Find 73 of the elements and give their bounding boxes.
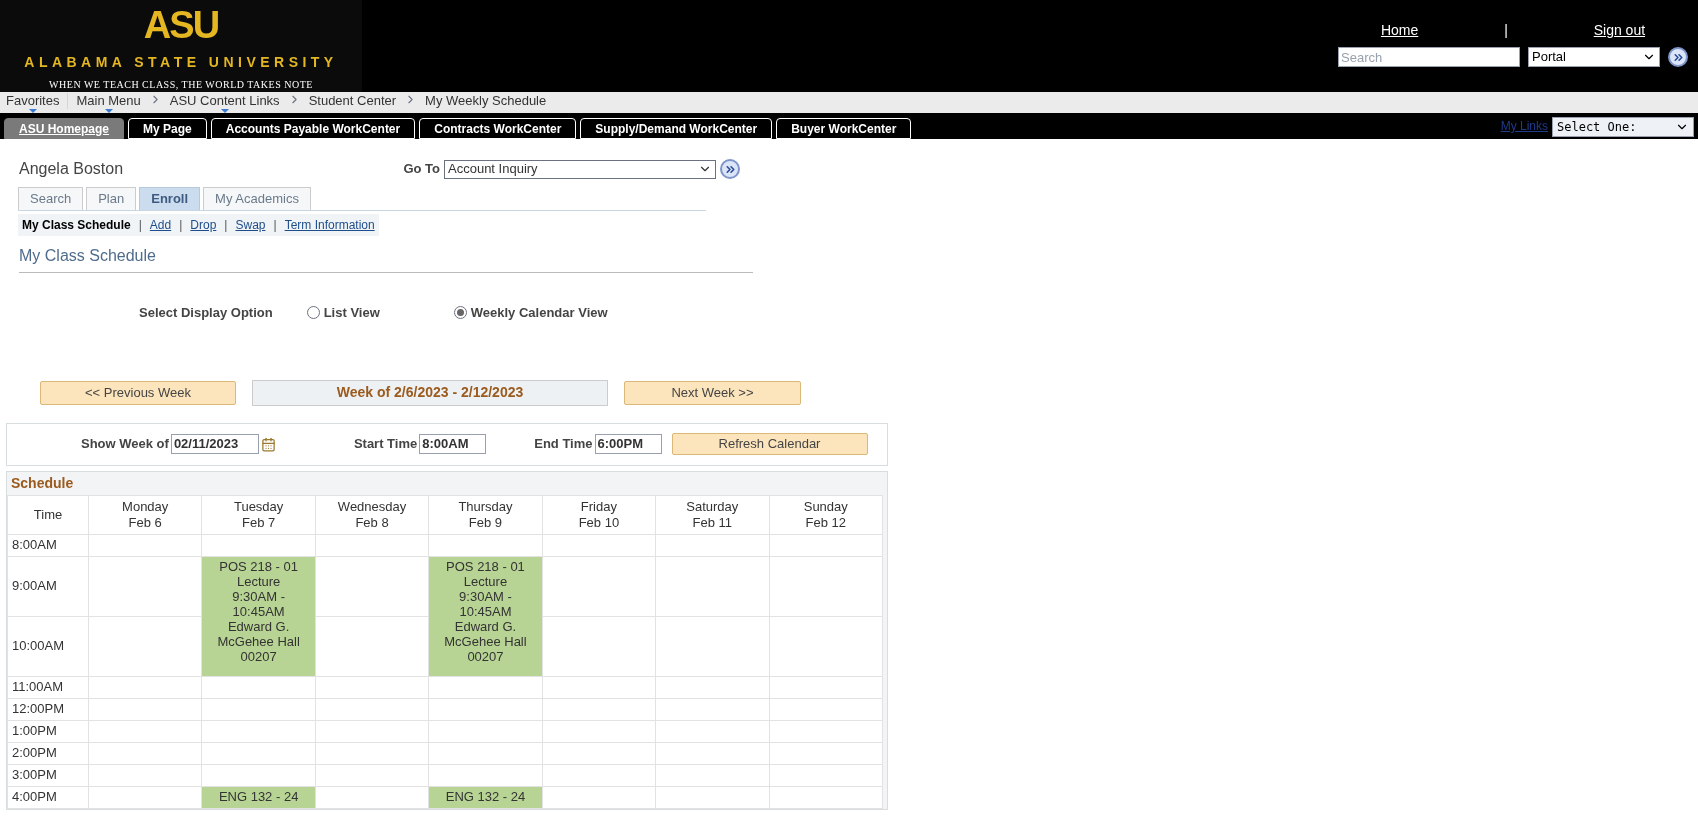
- column-header: Friday Feb 10: [542, 495, 656, 534]
- field-label: Start Time: [353, 435, 418, 454]
- subnav-link[interactable]: Add: [149, 216, 172, 234]
- subnav-link[interactable]: Drop: [190, 216, 217, 234]
- time-cell: 10:00AM: [7, 616, 89, 676]
- radio-button[interactable]: [453, 306, 467, 320]
- previous-week-button[interactable]: << Previous Week: [40, 380, 236, 405]
- breadcrumb-link[interactable]: ASU Content Links: [169, 93, 280, 108]
- portal-tab[interactable]: Supply/Demand WorkCenter: [580, 118, 773, 139]
- column-header: Thursday Feb 9: [428, 495, 543, 534]
- page-title: My Class Schedule: [19, 244, 753, 273]
- separator: |: [179, 217, 183, 234]
- column-header: Tuesday Feb 7: [201, 495, 316, 534]
- class-event[interactable]: POS 218 - 01 Lecture 9:30AM - 10:45AM Edward G. McGehee Hall 00207: [428, 556, 543, 676]
- go-icon[interactable]: [1668, 47, 1688, 67]
- radio-button[interactable]: [306, 306, 320, 320]
- tab[interactable]: Search: [18, 187, 84, 210]
- time-cell: 12:00PM: [7, 698, 89, 720]
- separator: |: [1504, 21, 1508, 40]
- radio-label: List View: [323, 304, 380, 322]
- portal-tab[interactable]: ASU Homepage: [4, 118, 125, 139]
- time-cell: 11:00AM: [7, 676, 89, 698]
- breadcrumb-link[interactable]: Main Menu: [76, 93, 141, 108]
- column-header: Time: [7, 495, 89, 534]
- end-time-field[interactable]: 6:00PM: [594, 434, 662, 454]
- separator: |: [138, 217, 142, 234]
- time-cell: 3:00PM: [7, 764, 89, 786]
- class-event[interactable]: POS 218 - 01 Lecture 9:30AM - 10:45AM Edward G. McGehee Hall 00207: [201, 556, 316, 676]
- breadcrumb-link[interactable]: Student Center: [308, 93, 397, 108]
- display-option-label: Select Display Option: [139, 304, 273, 322]
- radio-label: Weekly Calendar View: [470, 304, 608, 322]
- tab[interactable]: My Academics: [203, 187, 311, 210]
- go-to-label: Go To: [403, 160, 440, 179]
- next-week-button[interactable]: Next Week >>: [624, 380, 801, 405]
- tab[interactable]: Plan: [86, 187, 137, 210]
- column-header: Monday Feb 6: [88, 495, 202, 534]
- go-icon[interactable]: [720, 159, 740, 179]
- portal-select[interactable]: Portal: [1528, 47, 1661, 67]
- time-cell: 1:00PM: [7, 720, 89, 742]
- time-cell: 8:00AM: [7, 534, 89, 556]
- home-link[interactable]: Home: [1380, 20, 1419, 41]
- subnav-link[interactable]: My Class Schedule: [22, 216, 131, 234]
- column-header: Saturday Feb 11: [655, 495, 770, 534]
- university-logo: ASU ALABAMA STATE UNIVERSITY WHEN WE TEACH CLASS, THE WORLD TAKES NOTE: [0, 0, 362, 92]
- field-label: Show Week of: [81, 435, 169, 454]
- student-name: Angela Boston: [19, 159, 124, 179]
- portal-tab[interactable]: Contracts WorkCenter: [419, 118, 577, 139]
- date-field[interactable]: 02/11/2023: [170, 434, 259, 454]
- portal-tab[interactable]: My Page: [128, 118, 207, 139]
- subnav-link[interactable]: Term Information: [284, 216, 375, 234]
- time-cell: 2:00PM: [7, 742, 89, 764]
- column-header: Wednesday Feb 8: [315, 495, 429, 534]
- sign-out-link[interactable]: Sign out: [1593, 20, 1646, 41]
- calendar-icon[interactable]: [260, 436, 276, 452]
- separator: |: [273, 217, 277, 234]
- portal-tab[interactable]: Buyer WorkCenter: [776, 118, 912, 139]
- schedule-title: Schedule: [10, 473, 75, 493]
- week-title: Week of 2/6/2023 - 2/12/2023: [252, 379, 608, 406]
- time-cell: 9:00AM: [7, 556, 89, 616]
- tab[interactable]: Enroll: [139, 187, 201, 210]
- time-cell: 4:00PM: [7, 786, 89, 808]
- search-field[interactable]: Search: [1338, 47, 1520, 67]
- go-to-select[interactable]: Account Inquiry: [444, 159, 716, 179]
- breadcrumb-link[interactable]: Favorites: [6, 93, 60, 108]
- column-header: Sunday Feb 12: [769, 495, 883, 534]
- portal-tab[interactable]: Accounts Payable WorkCenter: [210, 118, 416, 139]
- subnav-link[interactable]: Swap: [235, 216, 266, 234]
- field-label: End Time: [534, 435, 593, 454]
- start-time-field[interactable]: 8:00AM: [419, 434, 487, 454]
- refresh-calendar-button[interactable]: Refresh Calendar: [671, 433, 868, 455]
- separator: |: [224, 217, 228, 234]
- my-links-select[interactable]: Select One:: [1552, 117, 1694, 137]
- breadcrumb-link[interactable]: My Weekly Schedule: [425, 93, 547, 108]
